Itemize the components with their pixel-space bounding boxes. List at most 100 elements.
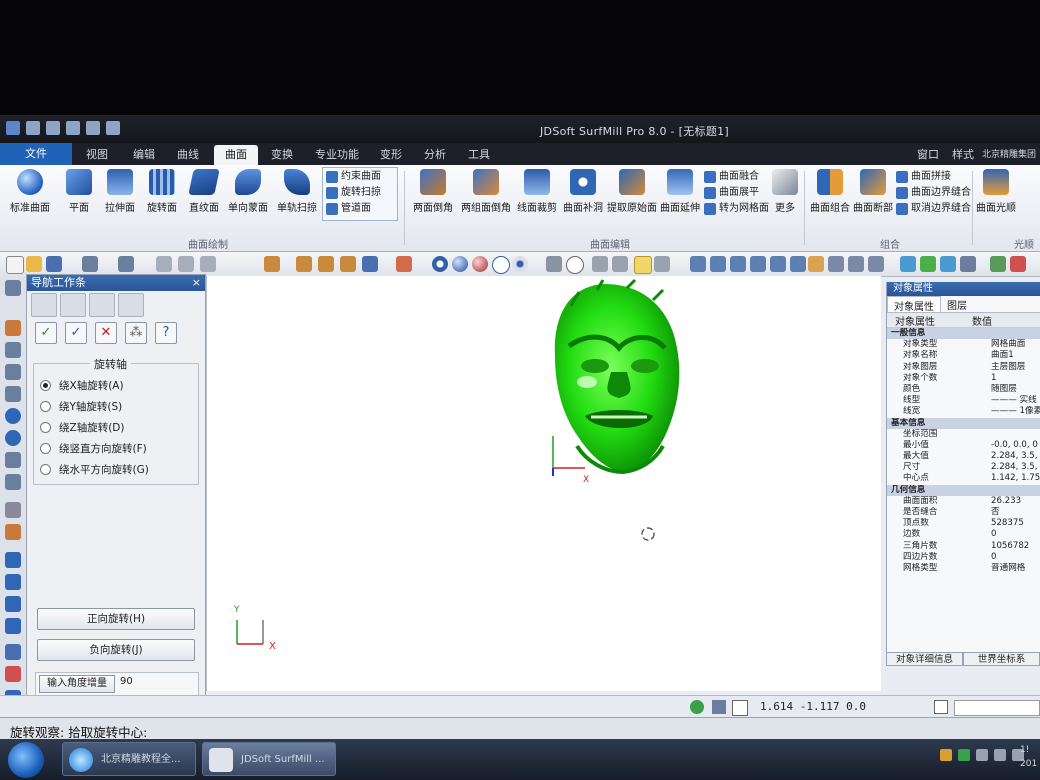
redo-icon[interactable] <box>118 256 134 272</box>
ruled-surface-button[interactable]: 直纹面 <box>184 169 224 214</box>
two-face-fillet-button[interactable]: 两面倒角 <box>410 169 456 214</box>
property-row[interactable]: 尺寸 2.284, 3.5, <box>887 462 1040 473</box>
cancel-icon[interactable]: ✕ <box>95 322 117 344</box>
print-preview-icon[interactable] <box>712 700 726 714</box>
render-mode-icon[interactable] <box>512 256 528 272</box>
confirm-continue-icon[interactable]: ✓ <box>65 322 87 344</box>
more-button[interactable]: 更多 <box>770 169 800 214</box>
property-row[interactable]: 线型 ——— 实线 <box>887 395 1040 406</box>
property-row[interactable]: 四边片数 0 <box>887 552 1040 563</box>
surface-extend-button[interactable]: 曲面延伸 <box>658 169 702 214</box>
view2-tool-icon[interactable] <box>5 574 21 590</box>
pipe-surface-button[interactable]: 管道面 <box>326 201 371 216</box>
open-icon[interactable] <box>26 256 42 272</box>
hidden-line-icon[interactable] <box>492 256 510 274</box>
wireframe-shade-icon[interactable] <box>432 256 448 272</box>
radio-rotate-x[interactable]: 绕X轴旋转(A) <box>40 378 124 393</box>
property-row[interactable]: 对象个数 1 <box>887 373 1040 384</box>
nav-tab-properties-icon[interactable] <box>31 293 57 317</box>
tab-curve[interactable]: 曲线 <box>170 145 206 165</box>
path-tool-icon[interactable] <box>5 474 21 490</box>
fill-hole-button[interactable]: 曲面补洞 <box>560 169 606 214</box>
layer-icon[interactable] <box>940 256 956 272</box>
tab-layers[interactable]: 图层 <box>941 296 973 312</box>
zoom-window-icon[interactable] <box>710 256 726 272</box>
cut-icon[interactable] <box>156 256 172 272</box>
taskbar-surfmill-window[interactable]: JDSoft SurfMill ... <box>202 742 336 776</box>
refresh-icon[interactable] <box>990 256 1006 272</box>
tab-world-coords[interactable]: 世界坐标系 <box>963 652 1040 666</box>
constraint-surface-button[interactable]: 约束曲面 <box>326 169 381 184</box>
target-tool-icon[interactable] <box>5 430 21 446</box>
tray-network-icon[interactable] <box>994 749 1006 761</box>
taskbar-clock[interactable]: 1! 201 <box>1020 743 1037 771</box>
options-icon[interactable]: ⁂ <box>125 322 147 344</box>
taskbar-ie-window[interactable]: 北京精雕教程全... <box>62 742 196 776</box>
save-icon[interactable] <box>66 121 80 135</box>
surface-combine-button[interactable]: 曲面组合 <box>808 169 852 214</box>
property-row[interactable]: 网格类型 普通网格 <box>887 563 1040 574</box>
tab-analysis[interactable]: 分析 <box>418 145 452 165</box>
angle-increment-input[interactable]: 90 <box>120 676 133 687</box>
tab-file[interactable]: 文件 <box>0 143 72 165</box>
property-row[interactable]: 最小值 -0.0, 0.0, 0 <box>887 440 1040 451</box>
mesh-display-icon[interactable] <box>546 256 562 272</box>
single-loft-button[interactable]: 单向蒙面 <box>224 169 272 214</box>
top-view-icon[interactable] <box>318 256 334 272</box>
start-button-icon[interactable] <box>8 742 44 778</box>
property-section-header[interactable]: 基本信息 <box>887 417 1040 429</box>
tab-surface[interactable]: 曲面 <box>214 145 258 165</box>
filter-icon[interactable] <box>654 256 670 272</box>
property-row[interactable]: 线宽 ——— 1像素 <box>887 406 1040 417</box>
display-option-icon[interactable] <box>592 256 608 272</box>
radio-rotate-vertical[interactable]: 绕竖直方向旋转(F) <box>40 441 147 456</box>
view-tool-icon[interactable] <box>5 552 21 568</box>
plane-button[interactable]: 平面 <box>60 169 98 214</box>
property-row[interactable]: 坐标范围 <box>887 429 1040 440</box>
property-row[interactable]: 对象图层 主层图层 <box>887 362 1040 373</box>
surface-split-button[interactable]: 曲面断部 <box>852 169 894 214</box>
measure-tool-icon[interactable] <box>5 452 21 468</box>
help-icon[interactable]: ? <box>155 322 177 344</box>
3d-viewport[interactable]: X Y X <box>206 276 881 691</box>
close-icon[interactable]: × <box>192 275 201 291</box>
radio-rotate-z[interactable]: 绕Z轴旋转(D) <box>40 420 124 435</box>
shade-icon[interactable] <box>452 256 468 272</box>
pause-icon[interactable] <box>934 700 948 714</box>
radio-rotate-y[interactable]: 绕Y轴旋转(S) <box>40 399 122 414</box>
intersect-tool-icon[interactable] <box>5 386 21 402</box>
surface-blend-button[interactable]: 曲面融合 <box>704 169 759 184</box>
select-mode-icon[interactable] <box>634 256 652 274</box>
window-menu[interactable]: 窗口 <box>910 145 946 165</box>
display-option2-icon[interactable] <box>612 256 628 272</box>
new-file-icon[interactable] <box>26 121 40 135</box>
cross-tool-icon[interactable] <box>5 342 21 358</box>
expand-arrows-icon[interactable] <box>5 280 21 296</box>
new-icon[interactable] <box>6 256 24 274</box>
nav-tab-layers-icon[interactable] <box>60 293 86 317</box>
tab-object-properties[interactable]: 对象属性 <box>887 296 941 313</box>
single-rail-sweep-button[interactable]: 单轨扫掠 <box>274 169 320 214</box>
property-row[interactable]: 最大值 2.284, 3.5, <box>887 451 1040 462</box>
move-view-icon[interactable] <box>848 256 864 272</box>
reverse-rotate-button[interactable]: 负向旋转(J) <box>37 639 195 661</box>
standard-surface-button[interactable]: 标准曲面 <box>6 169 54 214</box>
extrude-surface-button[interactable]: 拉伸面 <box>100 169 140 214</box>
zoom-extent-icon[interactable] <box>790 256 806 272</box>
snap-toggle-icon[interactable] <box>732 700 748 716</box>
zoom-fit-icon[interactable] <box>770 256 786 272</box>
tray-ime-icon[interactable] <box>940 749 952 761</box>
property-row[interactable]: 颜色 随图层 <box>887 384 1040 395</box>
tab-tools[interactable]: 工具 <box>462 145 496 165</box>
tab-pro-functions[interactable]: 专业功能 <box>306 145 368 165</box>
save-icon[interactable] <box>46 256 62 272</box>
property-row[interactable]: 三角片数 1056782 <box>887 541 1040 552</box>
surface-flatten-button[interactable]: 曲面展平 <box>704 185 759 200</box>
tray-flag-icon[interactable] <box>976 749 988 761</box>
iso-view-icon[interactable] <box>362 256 378 272</box>
copy-icon[interactable] <box>178 256 194 272</box>
color-icon[interactable] <box>920 256 936 272</box>
tray-security-icon[interactable] <box>958 749 970 761</box>
line-tool-icon[interactable] <box>5 320 21 336</box>
material-shade-icon[interactable] <box>472 256 488 272</box>
